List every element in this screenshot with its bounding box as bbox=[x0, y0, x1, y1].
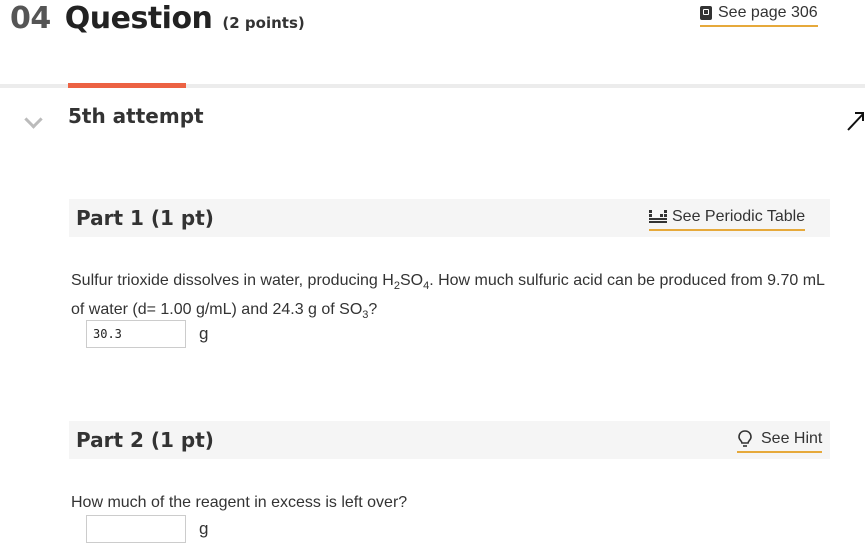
periodic-table-icon bbox=[649, 210, 667, 223]
question-panel: 04 Question (2 points) See page 306 5th … bbox=[0, 0, 865, 552]
active-attempt-indicator bbox=[68, 83, 186, 88]
see-page-link[interactable]: See page 306 bbox=[700, 1, 818, 27]
part2-answer-input[interactable] bbox=[86, 515, 186, 543]
part1-title: Part 1 (1 pt) bbox=[76, 206, 214, 230]
part2-unit: g bbox=[199, 519, 209, 538]
see-hint-link[interactable]: See Hint bbox=[737, 427, 823, 453]
part1-unit: g bbox=[199, 324, 209, 343]
question-title: Question bbox=[64, 1, 213, 36]
lightbulb-icon bbox=[738, 430, 752, 447]
see-hint-label: See Hint bbox=[761, 430, 823, 447]
periodic-table-label: See Periodic Table bbox=[672, 208, 806, 225]
part1-answer-input[interactable] bbox=[86, 320, 186, 348]
part2-header: Part 2 (1 pt) bbox=[69, 421, 830, 459]
part2-question-text: How much of the reagent in excess is lef… bbox=[71, 494, 408, 511]
question-number: 04 bbox=[10, 1, 51, 36]
question-header: 04 Question (2 points) bbox=[10, 0, 305, 40]
part1-question-text: Sulfur trioxide dissolves in water, prod… bbox=[71, 272, 825, 321]
attempt-label[interactable]: 5th attempt bbox=[68, 104, 204, 128]
book-icon bbox=[700, 6, 712, 20]
collapse-arrow-icon[interactable] bbox=[846, 110, 865, 132]
part2-title: Part 2 (1 pt) bbox=[76, 428, 214, 452]
question-points: (2 points) bbox=[222, 14, 305, 32]
see-page-label: See page 306 bbox=[718, 4, 818, 21]
periodic-table-link[interactable]: See Periodic Table bbox=[649, 205, 806, 231]
chevron-down-icon[interactable] bbox=[24, 110, 43, 129]
